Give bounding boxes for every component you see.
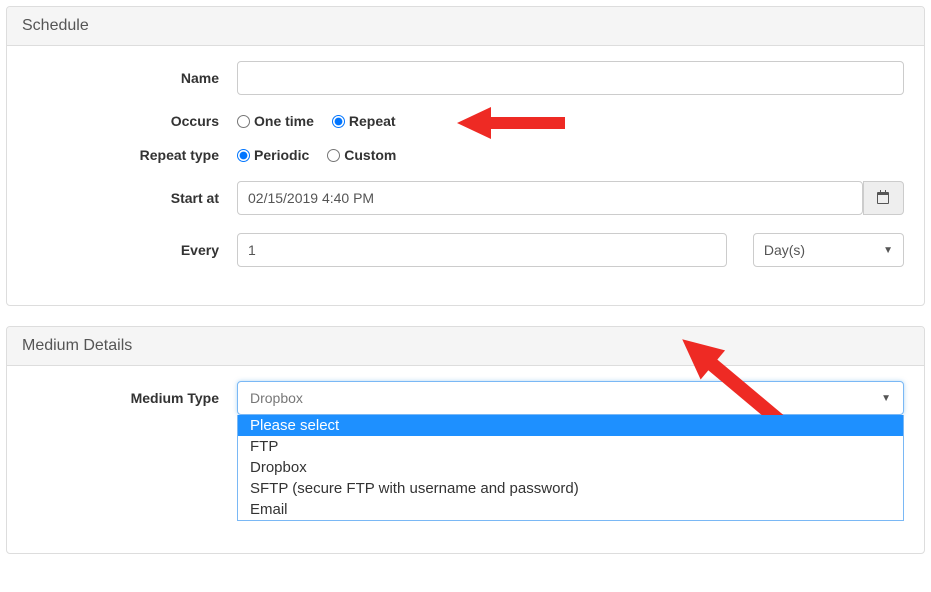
medium-option-please-select[interactable]: Please select [238, 415, 903, 436]
medium-option-dropbox[interactable]: Dropbox [238, 457, 903, 478]
chevron-down-icon: ▼ [883, 245, 893, 256]
start-at-input[interactable] [237, 181, 863, 215]
every-unit-select[interactable]: Day(s) ▼ [753, 233, 904, 267]
chevron-down-icon: ▼ [881, 393, 891, 404]
start-at-label: Start at [27, 190, 237, 206]
medium-type-label: Medium Type [27, 390, 237, 406]
medium-details-panel: Medium Details Medium Type Dropbox ▼ Ple… [6, 326, 925, 554]
occurs-repeat-text: Repeat [349, 113, 396, 129]
repeat-type-periodic-radio[interactable] [237, 149, 250, 162]
medium-type-value: Dropbox [250, 390, 303, 406]
occurs-repeat-option[interactable]: Repeat [332, 113, 396, 129]
calendar-button[interactable] [863, 181, 904, 215]
repeat-type-custom-option[interactable]: Custom [327, 147, 396, 163]
medium-heading: Medium Details [7, 327, 924, 366]
occurs-one-time-radio[interactable] [237, 115, 250, 128]
medium-option-sftp[interactable]: SFTP (secure FTP with username and passw… [238, 478, 903, 499]
every-label: Every [27, 242, 237, 258]
repeat-type-custom-text: Custom [344, 147, 396, 163]
repeat-type-periodic-text: Periodic [254, 147, 309, 163]
medium-option-ftp[interactable]: FTP [238, 436, 903, 457]
repeat-type-label: Repeat type [27, 147, 237, 163]
medium-type-dropdown: Please select FTP Dropbox SFTP (secure F… [237, 415, 904, 521]
occurs-repeat-radio[interactable] [332, 115, 345, 128]
every-value-input[interactable] [237, 233, 727, 267]
calendar-icon [875, 189, 891, 208]
repeat-type-custom-radio[interactable] [327, 149, 340, 162]
repeat-type-periodic-option[interactable]: Periodic [237, 147, 309, 163]
schedule-heading: Schedule [7, 7, 924, 46]
medium-option-email[interactable]: Email [238, 499, 903, 520]
every-unit-value: Day(s) [764, 242, 805, 258]
occurs-one-time-text: One time [254, 113, 314, 129]
medium-type-select[interactable]: Dropbox ▼ [237, 381, 904, 415]
occurs-one-time-option[interactable]: One time [237, 113, 314, 129]
name-label: Name [27, 70, 237, 86]
schedule-panel: Schedule Name Occurs One time Repeat [6, 6, 925, 306]
occurs-label: Occurs [27, 113, 237, 129]
name-input[interactable] [237, 61, 904, 95]
